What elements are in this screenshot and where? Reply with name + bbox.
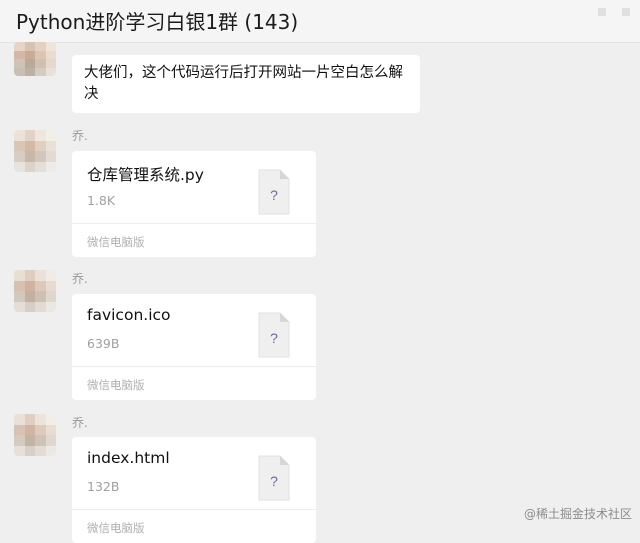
file-size: 639B [87, 336, 120, 351]
card-divider [72, 509, 316, 510]
chat-header: Python进阶学习白银1群 (143) [0, 0, 640, 43]
unknown-file-icon: ? [258, 455, 290, 501]
svg-text:?: ? [270, 187, 278, 203]
file-size: 1.8K [87, 193, 116, 208]
file-message-card[interactable]: index.html 132B ? 微信电脑版 [72, 437, 316, 543]
card-divider [72, 223, 316, 224]
file-name: favicon.ico [87, 306, 171, 324]
avatar[interactable] [14, 130, 56, 172]
avatar[interactable] [14, 42, 56, 76]
message-bubble[interactable]: 大佬们，这个代码运行后打开网站一片空白怎么解决 [72, 55, 420, 113]
file-name: index.html [87, 449, 170, 467]
unknown-file-icon: ? [258, 169, 290, 215]
file-size: 132B [87, 479, 120, 494]
sender-nickname: 乔. [72, 129, 88, 143]
site-watermark: @稀土掘金技术社区 [523, 507, 632, 521]
unknown-file-icon: ? [258, 312, 290, 358]
file-source-label: 微信电脑版 [87, 235, 145, 249]
sender-nickname: 乔. [72, 416, 88, 430]
window-control[interactable] [622, 8, 630, 16]
svg-text:?: ? [270, 330, 278, 346]
file-message-card[interactable]: favicon.ico 639B ? 微信电脑版 [72, 294, 316, 400]
file-source-label: 微信电脑版 [87, 378, 145, 392]
message-text: 大佬们，这个代码运行后打开网站一片空白怎么解决 [84, 65, 403, 102]
sender-nickname: 乔. [72, 272, 88, 286]
window-control[interactable] [598, 8, 606, 16]
file-name: 仓库管理系统.py [87, 166, 204, 184]
avatar[interactable] [14, 414, 56, 456]
avatar[interactable] [14, 270, 56, 312]
svg-text:?: ? [270, 473, 278, 489]
chat-title: Python进阶学习白银1群 (143) [16, 10, 299, 34]
file-message-card[interactable]: 仓库管理系统.py 1.8K ? 微信电脑版 [72, 151, 316, 257]
card-divider [72, 366, 316, 367]
file-source-label: 微信电脑版 [87, 521, 145, 535]
